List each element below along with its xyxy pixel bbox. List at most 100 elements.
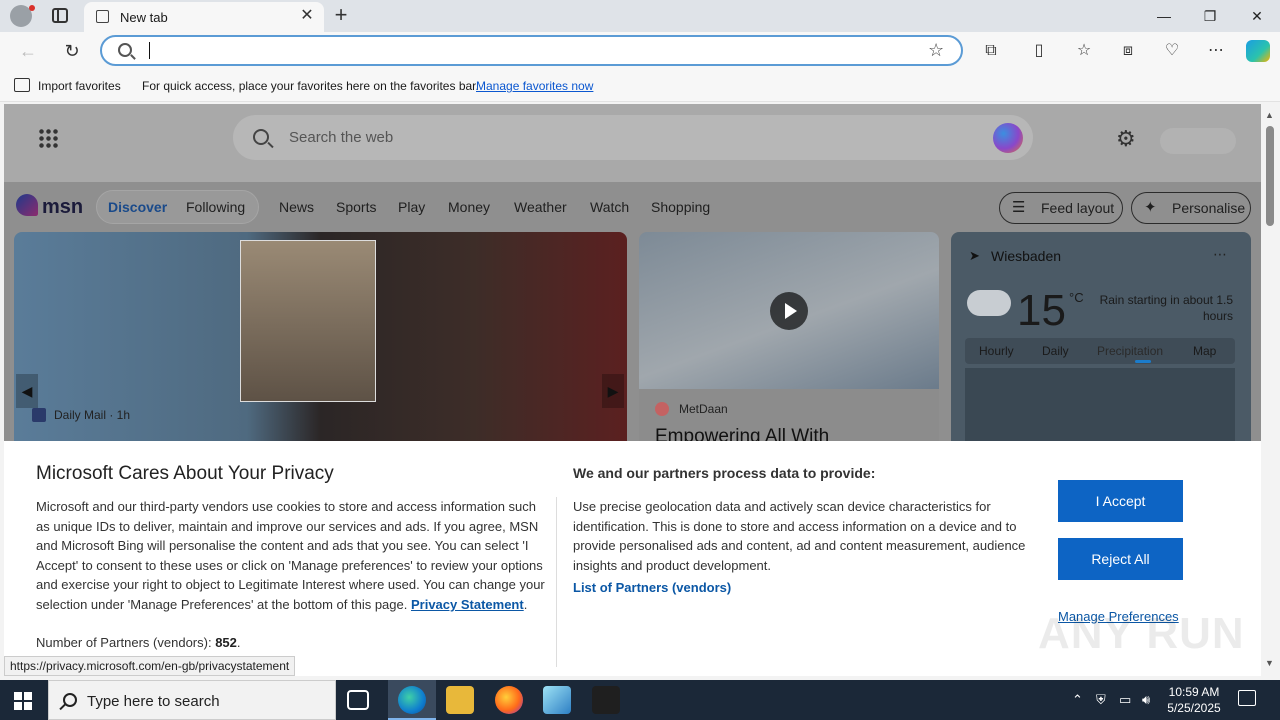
scroll-up-icon[interactable]: ▲ (1265, 110, 1274, 120)
msn-logo[interactable]: msn (16, 194, 84, 218)
sign-in-button[interactable] (1160, 128, 1236, 154)
copilot-icon[interactable] (1246, 40, 1270, 62)
tab-daily[interactable]: Daily (1042, 344, 1069, 358)
card-source: MetDaan (679, 402, 728, 416)
tab-following[interactable]: Following (186, 199, 245, 215)
taskbar-search-placeholder: Type here to search (87, 693, 220, 710)
scroll-down-icon[interactable]: ▼ (1265, 658, 1274, 668)
back-icon[interactable]: ← (17, 40, 39, 62)
nav-news[interactable]: News (279, 199, 314, 215)
metdaan-logo-icon (655, 402, 669, 416)
edge-icon (398, 686, 426, 714)
volume-icon[interactable]: 🔊︎ (1142, 692, 1150, 708)
nav-money[interactable]: Money (448, 199, 490, 215)
card-image (639, 232, 939, 389)
weather-temperature: 15 (1017, 286, 1066, 335)
tab-map[interactable]: Map (1193, 344, 1216, 358)
accept-button[interactable]: I Accept (1058, 480, 1183, 522)
minimize-icon[interactable]: — (1154, 6, 1174, 26)
edge-taskbar-button[interactable] (388, 680, 436, 720)
processing-body: Use precise geolocation data and activel… (573, 499, 1026, 573)
new-tab-button[interactable]: + (330, 4, 352, 26)
tab-precipitation[interactable]: Precipitation (1097, 344, 1163, 358)
nav-play[interactable]: Play (398, 199, 425, 215)
msn-logo-text: msn (42, 196, 84, 218)
system-clock[interactable]: 10:59 AM 5/25/2025 (1164, 684, 1224, 716)
more-options-icon[interactable]: ⋯ (1213, 246, 1227, 263)
status-bar-url: https://privacy.microsoft.com/en-gb/priv… (4, 656, 296, 676)
weather-location[interactable]: Wiesbaden (991, 248, 1061, 264)
tab-hourly[interactable]: Hourly (979, 344, 1014, 358)
toolbar: ← ↻ ☆ ⧉ ▯ ☆ ⧈ ♡ ⋯ (0, 32, 1280, 70)
tab-title: New tab (120, 10, 168, 25)
close-window-icon[interactable]: ✕ (1247, 6, 1267, 26)
windows-start-icon[interactable] (14, 692, 32, 710)
privacy-body-text: Microsoft and our third-party vendors us… (36, 499, 545, 612)
processing-heading: We and our partners process data to prov… (573, 465, 876, 481)
personalise-button[interactable]: ✦ Personalise (1131, 192, 1251, 224)
firefox-icon[interactable] (495, 686, 523, 714)
nav-shopping[interactable]: Shopping (651, 199, 710, 215)
search-icon (63, 693, 77, 707)
cloudy-icon (967, 290, 1011, 316)
location-arrow-icon: ➤ (969, 248, 980, 263)
list-of-partners-link[interactable]: List of Partners (vendors) (573, 580, 731, 595)
network-icon[interactable]: ▭ (1119, 692, 1131, 708)
personalise-label: Personalise (1172, 200, 1246, 216)
scroll-thumb[interactable] (1266, 126, 1274, 226)
restore-icon[interactable]: ❐ (1200, 6, 1220, 26)
address-input[interactable] (152, 41, 912, 61)
import-favorites-button[interactable]: Import favorites (38, 79, 121, 93)
more-options-icon[interactable]: ⋯ (1205, 40, 1227, 62)
carousel-next-icon[interactable]: ▶ (602, 374, 624, 408)
weather-tabs: Hourly Daily Precipitation Map (965, 338, 1235, 364)
divider (556, 497, 557, 667)
app-launcher-icon[interactable] (38, 128, 58, 148)
privacy-statement-link[interactable]: Privacy Statement (411, 597, 524, 612)
split-screen-icon[interactable]: ▯ (1028, 40, 1050, 62)
defender-icon[interactable]: ⛨ (1096, 692, 1106, 708)
msn-search-box[interactable]: Search the web (233, 115, 1033, 160)
task-view-icon[interactable] (347, 690, 369, 710)
privacy-consent-banner: Microsoft Cares About Your Privacy Micro… (4, 441, 1261, 676)
tab-new-tab[interactable]: New tab ✕ (84, 2, 324, 32)
text-caret (149, 42, 150, 59)
play-icon[interactable] (770, 292, 808, 330)
browser-essentials-icon[interactable]: ♡ (1161, 40, 1183, 62)
carousel-prev-icon[interactable]: ◀ (16, 374, 38, 408)
msn-logo-icon (16, 194, 38, 216)
daily-mail-logo-icon (32, 408, 46, 422)
personalise-icon: ✦ (1144, 199, 1157, 216)
vertical-scrollbar[interactable]: ▲ ▼ (1261, 104, 1280, 676)
manage-favorites-link[interactable]: Manage favorites now (476, 79, 593, 93)
nav-watch[interactable]: Watch (590, 199, 629, 215)
address-bar[interactable]: ☆ (100, 35, 963, 66)
file-explorer-icon[interactable] (446, 686, 474, 714)
favorite-star-icon[interactable]: ☆ (928, 40, 944, 61)
7zip-icon[interactable] (592, 686, 620, 714)
favorites-icon[interactable]: ☆ (1073, 40, 1095, 62)
settings-gear-icon[interactable]: ⚙ (1116, 126, 1136, 152)
tab-discover[interactable]: Discover (108, 199, 167, 215)
feed-layout-button[interactable]: ☰ Feed layout (999, 192, 1123, 224)
partners-count-line: Number of Partners (vendors): 852. (36, 635, 241, 650)
extensions-icon[interactable]: ⧉ (980, 40, 1002, 62)
notifications-icon[interactable] (1238, 690, 1256, 706)
taskbar-search[interactable]: Type here to search (48, 680, 336, 720)
hero-source: Daily Mail · 1h (54, 408, 131, 422)
notepad-app-icon[interactable] (543, 686, 571, 714)
tab-close-icon[interactable]: ✕ (298, 7, 316, 25)
taskbar: Type here to search ⌃ ⛨ ▭ 🔊︎ 10:59 AM 5/… (0, 680, 1280, 720)
nav-weather[interactable]: Weather (514, 199, 567, 215)
weather-condition: Rain starting in about 1.5 hours (1099, 293, 1233, 323)
nav-sports[interactable]: Sports (336, 199, 376, 215)
show-hidden-icons-icon[interactable]: ⌃ (1072, 692, 1083, 708)
refresh-icon[interactable]: ↻ (61, 40, 83, 62)
tab-actions-icon[interactable] (52, 8, 68, 23)
reject-all-button[interactable]: Reject All (1058, 538, 1183, 580)
msn-search-placeholder: Search the web (289, 129, 394, 146)
collections-icon[interactable]: ⧈ (1117, 40, 1139, 62)
copilot-search-icon[interactable] (993, 123, 1023, 153)
feed-layout-label: Feed layout (1041, 200, 1115, 216)
feed-layout-icon: ☰ (1012, 199, 1026, 216)
